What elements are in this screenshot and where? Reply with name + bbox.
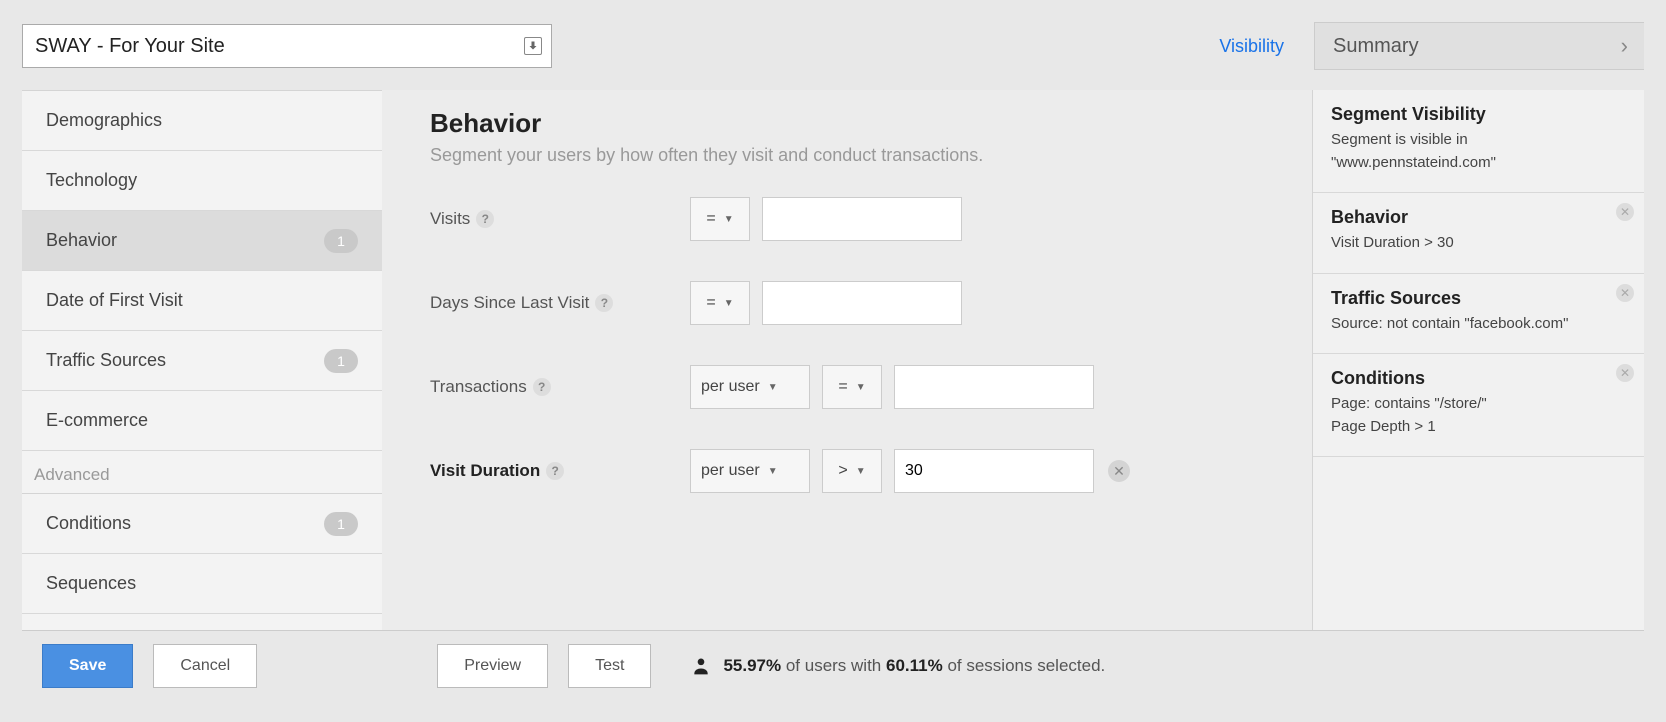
close-icon[interactable]: ✕ — [1616, 364, 1634, 382]
visits-label: Visits ? — [430, 209, 690, 229]
summary-conditions-line1: Page: contains "/store/" — [1331, 393, 1626, 416]
visit-duration-scope-select[interactable]: per user ▼ — [690, 449, 810, 493]
sidebar-item-technology[interactable]: Technology — [22, 151, 382, 211]
caret-down-icon: ▼ — [856, 466, 866, 477]
chevron-right-icon: › — [1621, 33, 1628, 59]
transactions-value-input[interactable] — [894, 365, 1094, 409]
caret-down-icon: ▼ — [724, 214, 734, 225]
sidebar-item-label: Sequences — [46, 573, 136, 594]
count-badge: 1 — [324, 512, 358, 536]
save-button[interactable]: Save — [42, 644, 133, 688]
row-days-since: Days Since Last Visit ? = ▼ — [430, 280, 1272, 326]
main-panel: Behavior Segment your users by how often… — [382, 90, 1312, 630]
sidebar-item-traffic-sources[interactable]: Traffic Sources 1 — [22, 331, 382, 391]
caret-down-icon: ▼ — [768, 466, 778, 477]
visit-duration-value-input[interactable] — [894, 449, 1094, 493]
stats-users-pct: 55.97% — [723, 656, 781, 675]
sidebar-item-label: Traffic Sources — [46, 350, 166, 371]
transactions-operator-select[interactable]: = ▼ — [822, 365, 882, 409]
segment-editor: Visibility Summary › Demographics Techno… — [0, 0, 1666, 722]
days-since-value-input[interactable] — [762, 281, 962, 325]
sidebar-item-label: Conditions — [46, 513, 131, 534]
close-icon[interactable]: ✕ — [1616, 284, 1634, 302]
stats-sessions-pct: 60.11% — [886, 656, 943, 675]
sidebar-item-date-first-visit[interactable]: Date of First Visit — [22, 271, 382, 331]
summary-panel: Segment Visibility Segment is visible in… — [1312, 90, 1644, 630]
sidebar-item-label: E-commerce — [46, 410, 148, 431]
help-icon[interactable]: ? — [533, 378, 551, 396]
visits-value-input[interactable] — [762, 197, 962, 241]
summary-conditions-line2: Page Depth > 1 — [1331, 416, 1626, 439]
preview-button[interactable]: Preview — [437, 644, 548, 688]
selection-stats: 55.97% of users with 60.11% of sessions … — [691, 656, 1105, 676]
row-visits: Visits ? = ▼ — [430, 196, 1272, 242]
days-since-label: Days Since Last Visit ? — [430, 293, 690, 313]
row-transactions: Transactions ? per user ▼ = ▼ — [430, 364, 1272, 410]
sidebar-group-advanced-label: Advanced — [22, 451, 382, 494]
visit-duration-label: Visit Duration ? — [430, 461, 690, 481]
sidebar-item-ecommerce[interactable]: E-commerce — [22, 391, 382, 451]
visibility-link[interactable]: Visibility — [1219, 36, 1284, 57]
visits-operator-select[interactable]: = ▼ — [690, 197, 750, 241]
segment-name-input[interactable] — [22, 24, 552, 68]
sidebar-item-label: Technology — [46, 170, 137, 191]
summary-visibility-title: Segment Visibility — [1331, 104, 1626, 125]
top-bar: Visibility Summary › — [22, 22, 1644, 70]
transactions-scope-select[interactable]: per user ▼ — [690, 365, 810, 409]
summary-visibility-line: Segment is visible in — [1331, 129, 1626, 152]
help-icon[interactable]: ? — [476, 210, 494, 228]
summary-traffic-title: Traffic Sources — [1331, 288, 1626, 309]
sidebar-item-behavior[interactable]: Behavior 1 — [22, 211, 382, 271]
sidebar-item-sequences[interactable]: Sequences — [22, 554, 382, 614]
person-icon — [691, 656, 711, 676]
caret-down-icon: ▼ — [856, 382, 866, 393]
summary-conditions[interactable]: ✕ Conditions Page: contains "/store/" Pa… — [1313, 354, 1644, 457]
count-badge: 1 — [324, 349, 358, 373]
save-name-icon[interactable] — [524, 37, 542, 55]
summary-behavior-line: Visit Duration > 30 — [1331, 232, 1626, 255]
summary-visibility-line2: "www.pennstateind.com" — [1331, 152, 1626, 175]
help-icon[interactable]: ? — [595, 294, 613, 312]
count-badge: 1 — [324, 229, 358, 253]
segment-name-wrap — [22, 24, 552, 68]
stats-tail: of sessions selected. — [943, 656, 1106, 675]
visit-duration-operator-select[interactable]: > ▼ — [822, 449, 882, 493]
summary-behavior[interactable]: ✕ Behavior Visit Duration > 30 — [1313, 193, 1644, 274]
stats-mid: of users with — [781, 656, 886, 675]
sidebar-item-demographics[interactable]: Demographics — [22, 91, 382, 151]
cancel-button[interactable]: Cancel — [153, 644, 257, 688]
caret-down-icon: ▼ — [724, 298, 734, 309]
transactions-label: Transactions ? — [430, 377, 690, 397]
sidebar: Demographics Technology Behavior 1 Date … — [22, 90, 382, 630]
test-button[interactable]: Test — [568, 644, 651, 688]
summary-traffic[interactable]: ✕ Traffic Sources Source: not contain "f… — [1313, 274, 1644, 355]
caret-down-icon: ▼ — [768, 382, 778, 393]
summary-toggle[interactable]: Summary › — [1314, 22, 1644, 70]
sidebar-item-conditions[interactable]: Conditions 1 — [22, 494, 382, 554]
summary-visibility: Segment Visibility Segment is visible in… — [1313, 90, 1644, 193]
row-visit-duration: Visit Duration ? per user ▼ > ▼ ✕ — [430, 448, 1272, 494]
sidebar-item-label: Behavior — [46, 230, 117, 251]
summary-conditions-title: Conditions — [1331, 368, 1626, 389]
days-since-operator-select[interactable]: = ▼ — [690, 281, 750, 325]
help-icon[interactable]: ? — [546, 462, 564, 480]
clear-row-icon[interactable]: ✕ — [1108, 460, 1130, 482]
panel-subtitle: Segment your users by how often they vis… — [430, 145, 1272, 166]
close-icon[interactable]: ✕ — [1616, 203, 1634, 221]
sidebar-item-label: Demographics — [46, 110, 162, 131]
summary-label: Summary — [1333, 35, 1419, 58]
sidebar-item-label: Date of First Visit — [46, 290, 183, 311]
body-row: Demographics Technology Behavior 1 Date … — [22, 90, 1644, 630]
summary-behavior-title: Behavior — [1331, 207, 1626, 228]
summary-traffic-line: Source: not contain "facebook.com" — [1331, 313, 1626, 336]
panel-title: Behavior — [430, 108, 1272, 139]
footer: Save Cancel Preview Test 55.97% of users… — [22, 630, 1644, 700]
